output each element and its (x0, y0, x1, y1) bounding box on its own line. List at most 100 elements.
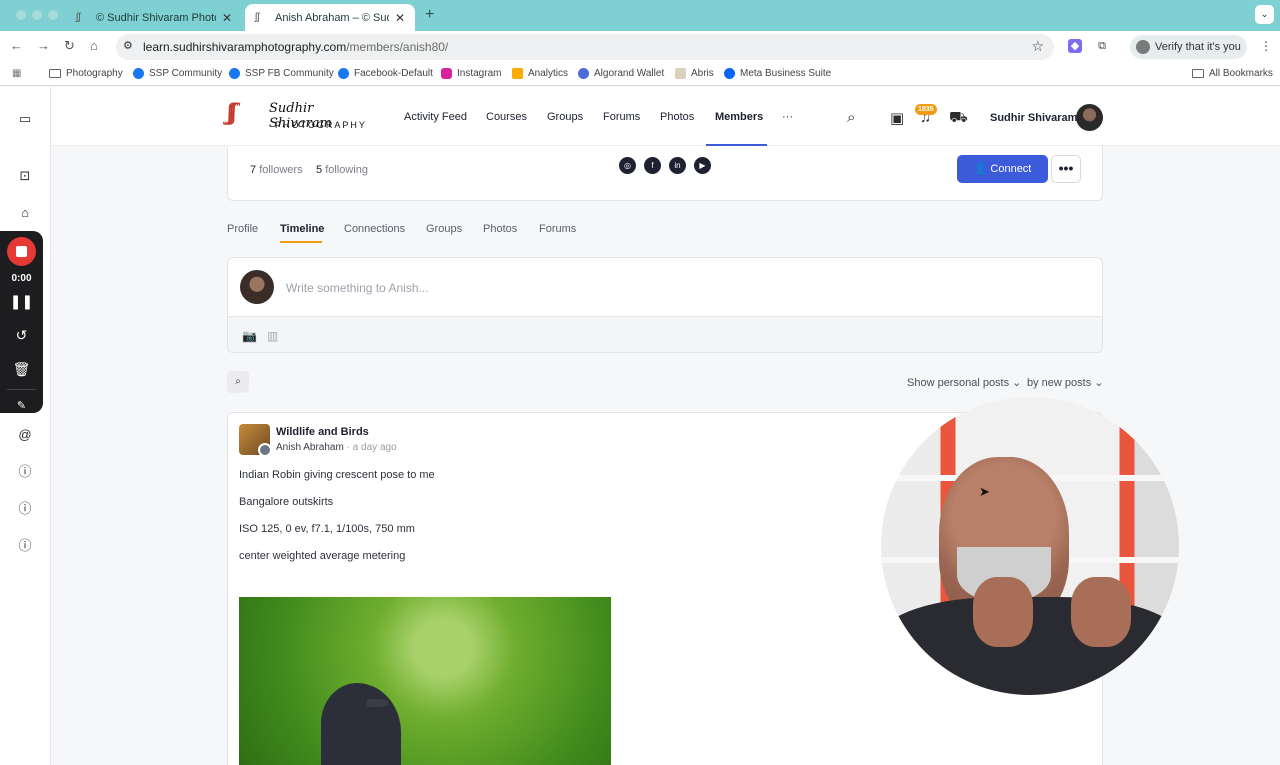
post-text-line: center weighted average metering (239, 550, 406, 562)
tab-photos[interactable]: Photos (483, 223, 517, 235)
site-favicon-icon: ʃʃ (76, 11, 81, 23)
tab-forums[interactable]: Forums (539, 223, 576, 235)
extensions-puzzle-icon[interactable]: ⧉ (1095, 39, 1109, 53)
graduation-cap-icon[interactable]: ⌂ (17, 205, 33, 221)
draw-icon[interactable]: ✎ (0, 399, 43, 412)
forward-arrow-icon[interactable]: → (37, 38, 50, 53)
extension-icon[interactable]: ◆ (1068, 39, 1082, 53)
presenter-hand-image (1071, 577, 1131, 647)
author-avatar[interactable] (258, 443, 272, 457)
folder-icon (1192, 69, 1204, 78)
info-icon[interactable]: ⓘ (17, 538, 33, 554)
tab-timeline[interactable]: Timeline (280, 223, 324, 235)
bookmark-photography[interactable]: Photography (49, 68, 123, 79)
profile-more-button[interactable]: ••• (1051, 155, 1081, 183)
sort-posts-dropdown[interactable]: by new posts ⌄ (1027, 376, 1103, 389)
nav-forums[interactable]: Forums (603, 111, 640, 123)
bookmark-meta-business-suite[interactable]: Meta Business Suite (724, 68, 831, 79)
bookmark-instagram[interactable]: Instagram (441, 68, 501, 79)
tab-groups[interactable]: Groups (426, 223, 462, 235)
followers-link[interactable]: 7 followers (250, 164, 303, 176)
composer-input[interactable]: Write something to Anish... (286, 281, 429, 295)
restart-icon[interactable]: ↺ (0, 327, 43, 344)
tab-search-button[interactable]: ⌄ (1255, 5, 1274, 24)
tab-profile[interactable]: Profile (227, 223, 258, 235)
apps-grid-icon[interactable]: ▦ (12, 68, 21, 79)
info-icon[interactable]: ⓘ (17, 501, 33, 517)
chrome-menu-icon[interactable]: ⋮ (1260, 39, 1272, 53)
address-bar[interactable]: ⚙ learn.sudhirshivaramphotography.com/me… (116, 34, 1054, 60)
post-time: · a day ago (346, 442, 397, 453)
poll-icon[interactable]: ▥ (267, 329, 278, 343)
facebook-icon (338, 68, 349, 79)
close-tab-icon[interactable]: ✕ (395, 11, 405, 25)
webcam-overlay[interactable] (881, 397, 1179, 695)
close-tab-icon[interactable]: ✕ (222, 11, 232, 25)
home-icon[interactable]: ⌂ (90, 38, 98, 53)
nav-courses[interactable]: Courses (486, 111, 527, 123)
reload-icon[interactable]: ↻ (64, 38, 75, 54)
instagram-icon[interactable]: ◎ (619, 157, 636, 174)
bookmark-facebook-default[interactable]: Facebook-Default (338, 68, 433, 79)
trash-icon[interactable]: 🗑 (0, 361, 43, 378)
nav-photos[interactable]: Photos (660, 111, 694, 123)
logo-mark-icon: ʃʃʃ (227, 101, 237, 126)
bookmark-abris[interactable]: Abris (675, 68, 714, 79)
back-arrow-icon[interactable]: ← (10, 38, 23, 53)
search-icon[interactable]: ⌕ (847, 109, 855, 126)
following-link[interactable]: 5 following (316, 164, 368, 176)
browser-toolbar: ← → ↻ ⌂ ⚙ learn.sudhirshivaramphotograph… (0, 31, 1280, 63)
browser-tab-1[interactable]: ʃʃ © Sudhir Shivaram Photography ✕ (66, 4, 242, 31)
verify-identity-button[interactable]: Verify that it's you (1130, 35, 1247, 59)
post-text-line: Indian Robin giving crescent pose to me (239, 469, 435, 481)
linkedin-icon[interactable]: in (669, 157, 686, 174)
search-posts-button[interactable]: ⌕ (227, 371, 249, 393)
browser-tab-2[interactable]: ʃʃ Anish Abraham – © Sudhir Shivaram Pho… (245, 4, 415, 31)
post-author-link[interactable]: Anish Abraham (276, 442, 344, 453)
user-avatar[interactable] (1076, 104, 1103, 131)
info-icon[interactable]: ⓘ (17, 464, 33, 480)
post-meta: Anish Abraham · a day ago (276, 442, 397, 453)
inbox-icon[interactable]: ▣ (890, 109, 904, 127)
connect-button[interactable]: 👤 Connect (957, 155, 1048, 183)
post-text-line: Bangalore outskirts (239, 496, 334, 508)
window-close-dot[interactable] (16, 10, 26, 20)
pause-icon[interactable]: ❚❚ (0, 293, 43, 310)
site-settings-icon[interactable]: ⚙ (123, 39, 133, 52)
bookmark-analytics[interactable]: Analytics (512, 68, 568, 79)
personal-posts-dropdown[interactable]: Show personal posts ⌄ (907, 376, 1021, 389)
stop-recording-button[interactable] (7, 237, 36, 266)
nav-more[interactable]: ··· (782, 111, 793, 123)
post-group-link[interactable]: Wildlife and Birds (276, 426, 369, 438)
window-minimize-dot[interactable] (32, 10, 42, 20)
window-zoom-dot[interactable] (48, 10, 58, 20)
bookmark-star-icon[interactable]: ☆ (1031, 38, 1044, 55)
notification-badge: 1835 (915, 104, 937, 115)
post-photo[interactable] (239, 597, 611, 765)
at-sign-icon[interactable]: @ (17, 427, 33, 443)
bookmark-ssp-community[interactable]: SSP Community (133, 68, 222, 79)
new-tab-button[interactable]: + (425, 6, 434, 24)
url-text[interactable]: learn.sudhirshivaramphotography.com/memb… (143, 40, 448, 54)
left-sidebar: ▭ ⊡ ⌂ @ ⓘ ⓘ ⓘ (0, 87, 51, 765)
meta-icon (724, 68, 735, 79)
bookmark-all-bookmarks[interactable]: All Bookmarks (1192, 68, 1273, 79)
wallet-icon (578, 68, 589, 79)
facebook-icon[interactable]: f (644, 157, 661, 174)
camera-icon[interactable]: 📷 (242, 329, 257, 343)
bookmark-ssp-fb-community[interactable]: SSP FB Community (229, 68, 334, 79)
youtube-icon[interactable]: ▶ (694, 157, 711, 174)
analytics-icon (512, 68, 523, 79)
cart-icon[interactable]: ⛟ (949, 109, 968, 128)
site-logo[interactable]: ʃʃʃ Sudhir Shivaram PHOTOGRAPHY (227, 101, 373, 135)
nav-activity-feed[interactable]: Activity Feed (404, 111, 467, 123)
activity-icon[interactable]: ⊡ (17, 168, 33, 184)
bookmark-algorand-wallet[interactable]: Algorand Wallet (578, 68, 664, 79)
tab-connections[interactable]: Connections (344, 223, 405, 235)
nav-members[interactable]: Members (715, 111, 763, 123)
site-favicon-icon: ʃʃ (255, 11, 260, 23)
nav-groups[interactable]: Groups (547, 111, 583, 123)
browser-tab-strip: ʃʃ © Sudhir Shivaram Photography ✕ ʃʃ An… (0, 0, 1280, 31)
user-name[interactable]: Sudhir Shivaram (990, 112, 1077, 124)
sidebar-toggle-icon[interactable]: ▭ (17, 111, 33, 127)
